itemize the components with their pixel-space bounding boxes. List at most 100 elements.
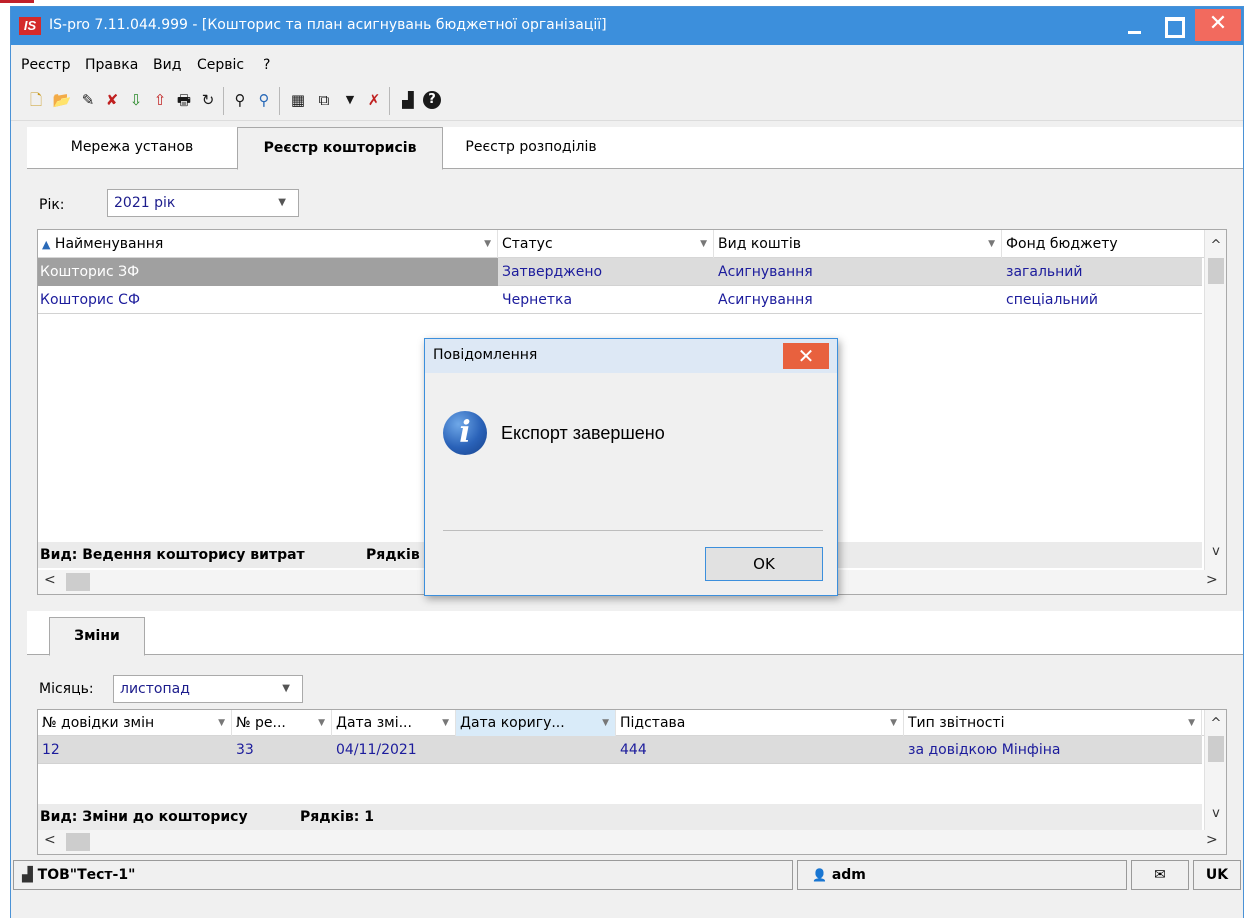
toolbar: 🗋 📂 ✎ ✘ ⇩ ⇧ 🖶 ↻ ⚲ ⚲ ▦ ⧉ ▼ ✗ ▟ ? [11,81,1243,121]
scroll-right-icon[interactable]: > [1206,572,1218,588]
scroll-down-icon[interactable]: v [1205,544,1227,559]
filter-icon[interactable]: ▼ [339,89,361,111]
window-title: IS-pro 7.11.044.999 - [Кошторис та план … [49,17,607,33]
column-filter-icon[interactable]: ▼ [602,710,609,736]
table-row[interactable]: Кошторис СФ Чернетка Асигнування спеціал… [38,286,1202,314]
maximize-button[interactable] [1157,9,1187,41]
cell-status: Затверджено [502,264,603,280]
vertical-scrollbar[interactable]: ^ v [1204,230,1226,570]
year-label: Рік: [39,197,65,213]
edit-document-icon[interactable]: ✎ [77,89,99,111]
close-button[interactable]: ✕ [1195,9,1241,41]
open-folder-icon[interactable]: 📂 [51,89,73,111]
scroll-left-icon[interactable]: < [44,572,56,588]
column-header-change-date[interactable]: Дата змі... ▼ [332,710,456,736]
scroll-up-icon[interactable]: ^ [1205,238,1227,253]
grid-view-name: Вид: Зміни до кошторису [40,809,248,825]
menu-service[interactable]: Сервіс [197,57,244,73]
status-bar: ▟ ТОВ"Тест-1" 👤 adm ✉ UK [11,860,1243,918]
import-dbf-icon[interactable]: ⇧ [149,89,171,111]
column-header-label: Найменування [54,236,164,252]
title-bar[interactable]: IS IS-pro 7.11.044.999 - [Кошторис та пл… [11,7,1243,45]
month-select[interactable]: листопад ▼ [113,675,303,703]
column-filter-icon[interactable]: ▼ [218,710,225,736]
column-header-name[interactable]: ▲ Найменування ▼ [38,230,498,258]
table-row[interactable]: 12 33 04/11/2021 444 за довідкою Мінфіна [38,736,1202,764]
column-header-reg-number[interactable]: № ре... ▼ [232,710,332,736]
sort-ascending-icon: ▲ [42,238,51,251]
changes-grid: № довідки змін ▼ № ре... ▼ Дата змі... ▼… [37,709,1227,855]
print-icon[interactable]: 🖶 [173,89,195,111]
find-icon[interactable]: ⚲ [229,89,251,111]
column-filter-icon[interactable]: ▼ [484,230,491,258]
table-row[interactable]: Кошторис ЗФ Затверджено Асигнування зага… [38,258,1202,286]
column-header-correction-date[interactable]: Дата коригу... ▼ [456,710,616,736]
menu-help[interactable]: ? [263,57,270,73]
scroll-thumb[interactable] [66,833,90,851]
column-filter-icon[interactable]: ▼ [700,230,707,258]
column-filter-icon[interactable]: ▼ [1188,710,1195,736]
column-header-status[interactable]: Статус ▼ [498,230,714,258]
menu-edit[interactable]: Правка [85,57,138,73]
menu-view[interactable]: Вид [153,57,181,73]
tab-estimates-registry[interactable]: Реєстр кошторисів [237,127,443,170]
column-filter-icon[interactable]: ▼ [890,710,897,736]
export-dbf-icon[interactable]: ⇩ [125,89,147,111]
toolbar-separator [223,87,224,115]
column-header-label: Дата змі... [336,715,412,731]
vertical-scrollbar[interactable]: ^ v [1204,710,1226,830]
user-name: adm [831,867,866,883]
scroll-left-icon[interactable]: < [44,832,56,848]
month-label: Місяць: [39,681,94,697]
chart-icon[interactable]: ▟ [397,89,419,111]
cell-change-ref: 12 [42,742,60,758]
column-filter-icon[interactable]: ▼ [318,710,325,736]
new-document-icon[interactable]: 🗋 [25,89,47,111]
tab-network[interactable]: Мережа установ [27,127,237,169]
column-header-report-type[interactable]: Тип звітності ▼ [904,710,1202,736]
clear-filter-icon[interactable]: ✗ [363,89,385,111]
find-next-icon[interactable]: ⚲ [253,89,275,111]
minimize-button[interactable] [1119,9,1149,41]
column-header-label: Дата коригу... [460,715,565,731]
grid-header: ▲ Найменування ▼ Статус ▼ Вид коштів ▼ Ф… [38,230,1226,258]
corner-mark [0,0,34,3]
status-company-panel: ▟ ТОВ"Тест-1" [13,860,793,890]
scroll-up-icon[interactable]: ^ [1205,716,1227,731]
copy-window-icon[interactable]: ⧉ [313,89,335,111]
ok-button[interactable]: OK [705,547,823,581]
column-header-label: Статус [502,236,553,252]
dialog-close-button[interactable]: ✕ [783,343,829,369]
mail-icon[interactable]: ✉ [1131,860,1189,890]
chevron-down-icon[interactable]: ▼ [278,190,286,216]
chevron-down-icon[interactable]: ▼ [282,676,290,702]
user-icon: 👤 [812,868,827,882]
delete-document-icon[interactable]: ✘ [101,89,123,111]
column-filter-icon[interactable]: ▼ [988,230,995,258]
dialog-title-bar[interactable]: Повідомлення ✕ [425,339,837,373]
tab-changes[interactable]: Зміни [49,617,145,656]
menu-registry[interactable]: Реєстр [21,57,70,73]
refresh-icon[interactable]: ↻ [197,89,219,111]
scroll-down-icon[interactable]: v [1205,806,1227,821]
scroll-thumb[interactable] [1208,736,1224,762]
column-header-basis[interactable]: Підстава ▼ [616,710,904,736]
column-header-budget-fund[interactable]: Фонд бюджету [1002,230,1202,258]
column-filter-icon[interactable]: ▼ [442,710,449,736]
scroll-thumb[interactable] [1208,258,1224,284]
tab-distributions-registry[interactable]: Реєстр розподілів [443,127,619,169]
scroll-thumb[interactable] [66,573,90,591]
horizontal-scrollbar[interactable]: < > [38,830,1226,854]
year-value: 2021 рік [114,195,176,211]
cell-basis: 444 [620,742,647,758]
table-icon[interactable]: ▦ [287,89,309,111]
language-indicator[interactable]: UK [1193,860,1241,890]
help-icon[interactable]: ? [423,91,441,109]
year-select[interactable]: 2021 рік ▼ [107,189,299,217]
grid-footer: Вид: Зміни до кошторису Рядків: 1 [38,804,1202,830]
grid-row-count: Рядків: 1 [300,809,374,825]
scroll-right-icon[interactable]: > [1206,832,1218,848]
grid-view-name: Вид: Ведення кошторису витрат [40,547,305,563]
column-header-funds-type[interactable]: Вид коштів ▼ [714,230,1002,258]
column-header-change-ref[interactable]: № довідки змін ▼ [38,710,232,736]
